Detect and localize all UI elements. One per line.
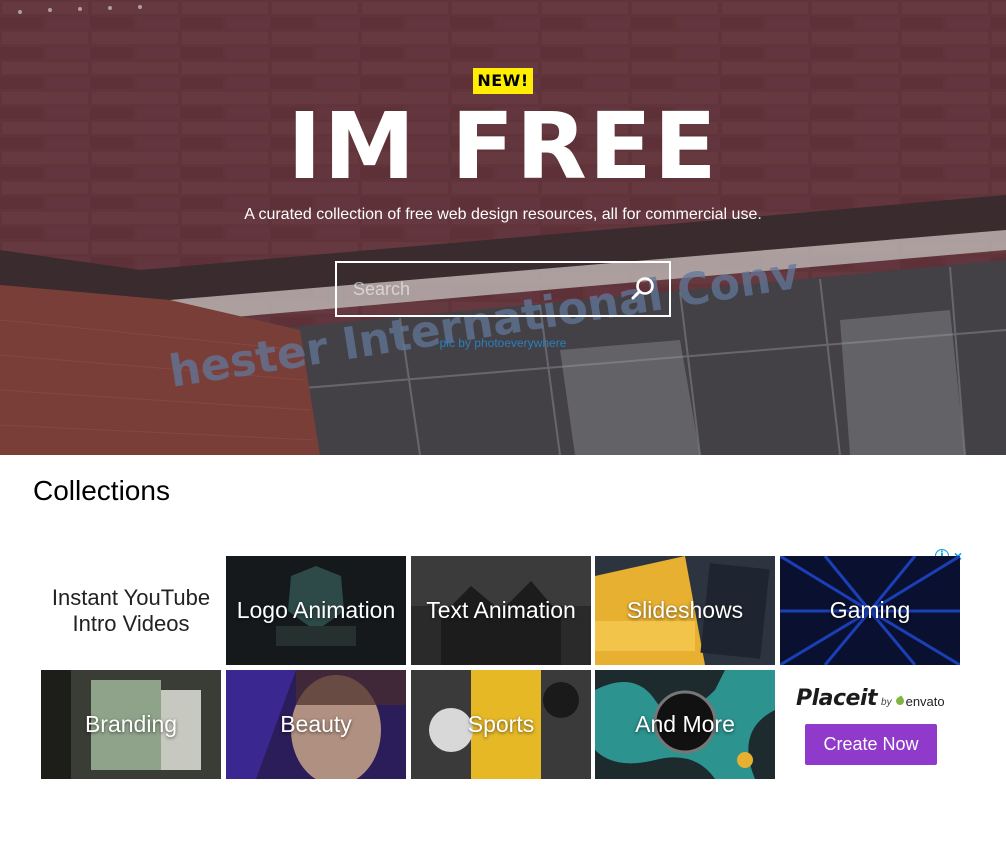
placeit-envato-logo[interactable]: Placeit by envato [796,686,945,711]
create-now-button[interactable]: Create Now [805,724,937,765]
search-button[interactable] [617,263,669,315]
search-input[interactable] [337,263,617,315]
intro-line-1: Instant YouTube [51,584,211,610]
tile-label: Slideshows [626,597,744,623]
ad-tile-sports[interactable]: Sports [411,670,591,779]
ad-tile-and-more[interactable]: And More [595,670,775,779]
envato-label: envato [905,693,945,709]
tile-label: Branding [84,711,178,737]
ad-tile-beauty[interactable]: Beauty [226,670,406,779]
collections-heading: Collections [33,475,170,506]
hero-banner: hester International Conv NEW! IM FREE A… [0,0,1006,455]
ad-tile-slideshows[interactable]: Slideshows [595,556,775,665]
ad-tile-branding[interactable]: Branding [41,670,221,779]
placeit-promo: Placeit by envato Create Now [780,670,960,779]
ad-tile-gaming[interactable]: Gaming [780,556,960,665]
site-tagline: A curated collection of free web design … [244,206,762,223]
tile-label: And More [635,711,735,737]
search-form [335,261,671,317]
ad-tile-logo-animation[interactable]: Logo Animation [226,556,406,665]
placeit-ad-banner: i × Instant YouTube Intro Videos Logo An… [41,548,965,782]
photo-credit-link[interactable]: pic by photoeverywhere [0,336,1006,350]
tile-label: Text Animation [426,597,576,623]
tile-label: Sports [467,711,535,737]
placeit-wordmark: Placeit [796,686,878,711]
intro-line-2: Intro Videos [72,610,190,636]
search-icon [631,277,654,300]
envato-leaf-icon [894,695,906,707]
tile-label: Beauty [280,711,352,737]
tile-label: Logo Animation [236,597,396,623]
ad-tile-intro-videos[interactable]: Instant YouTube Intro Videos [41,556,221,665]
envato-wordmark: envato [894,693,945,709]
placeit-by: by [881,697,892,708]
site-title: IM FREE [287,93,719,200]
new-badge: NEW! [473,68,533,94]
tile-label: Gaming [829,597,911,623]
ad-tile-text-animation[interactable]: Text Animation [411,556,591,665]
